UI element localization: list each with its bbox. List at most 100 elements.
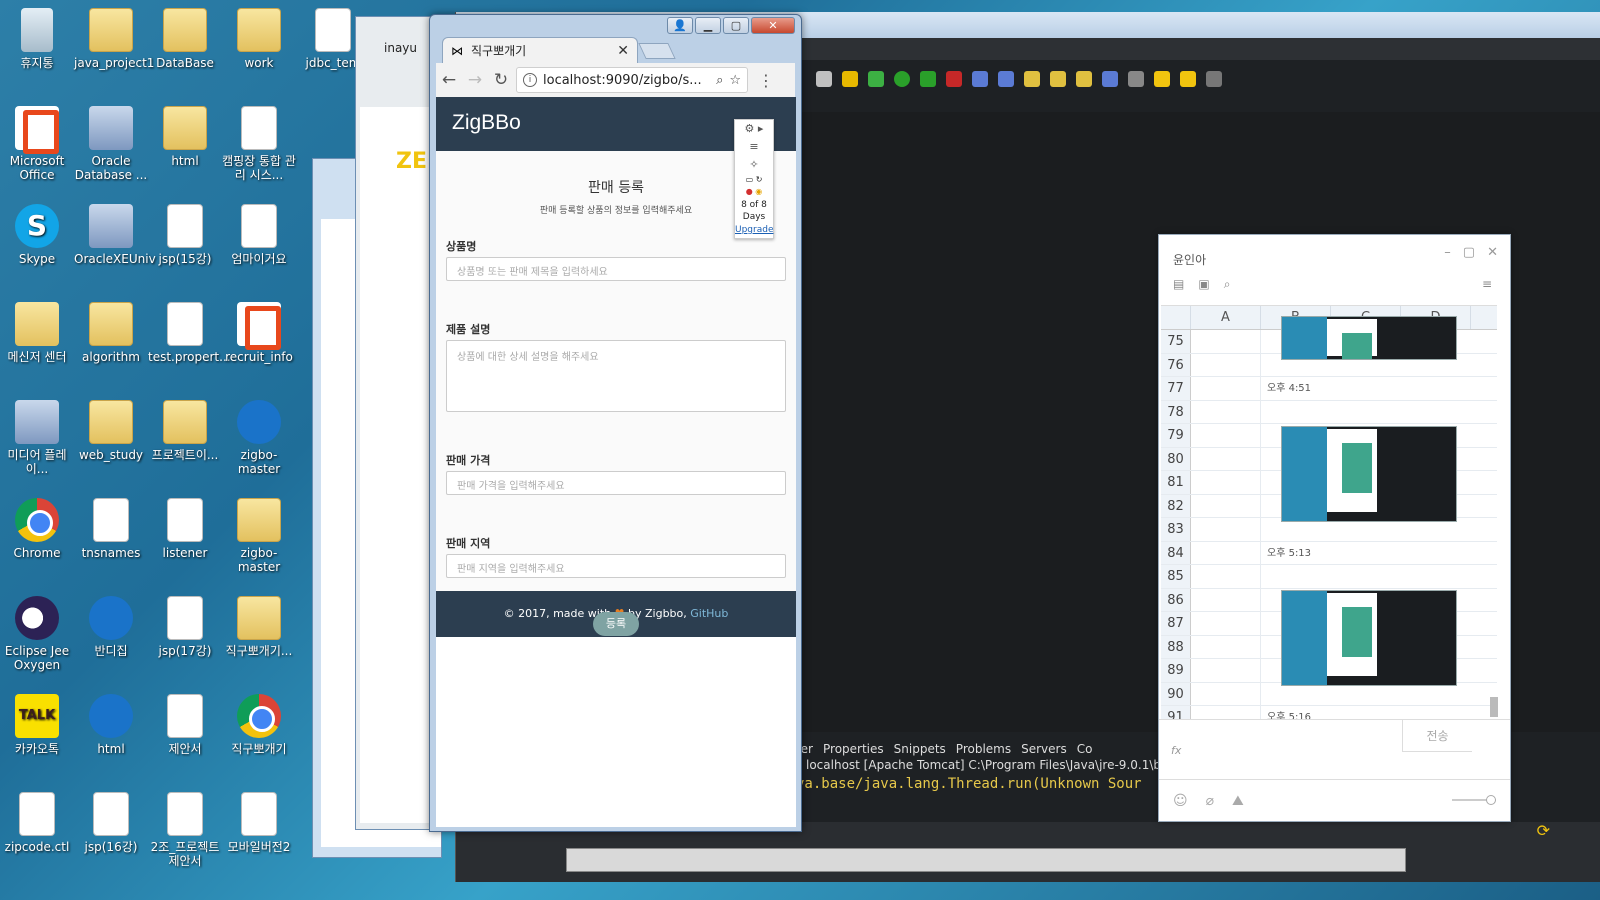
magic-wand-icon[interactable]: ✧ [735, 156, 773, 174]
desktop-icon[interactable]: S Skype [0, 204, 74, 266]
toolbar-icon[interactable] [1024, 71, 1040, 87]
toolbar-icon[interactable] [946, 71, 962, 87]
cell-a[interactable] [1191, 541, 1261, 564]
emoji-icon[interactable]: ☺ [1173, 793, 1188, 809]
desktop-icon[interactable]: TALK 카카오톡 [0, 694, 74, 756]
desktop-icon[interactable]: 직구뽀개기 [222, 694, 296, 756]
maximize-icon[interactable]: ▢ [1463, 245, 1475, 260]
desktop-icon[interactable]: 제안서 [148, 694, 222, 756]
desktop-icon[interactable]: OracleXEUniv [74, 204, 156, 266]
desktop-icon[interactable]: 엄마이거요 [222, 204, 296, 266]
upgrade-link[interactable]: Upgrade [735, 225, 773, 235]
bookmark-star-icon[interactable]: ☆ [729, 73, 741, 88]
desktop-icon[interactable]: recruit_info [222, 302, 296, 364]
desktop-icon[interactable]: 모바일버전2 [222, 792, 296, 854]
desktop-icon[interactable]: listener [148, 498, 222, 560]
desktop-icon[interactable]: 메신저 센터 [0, 302, 74, 364]
description-textarea[interactable]: 상품에 대한 상세 설명을 해주세요 [446, 340, 786, 412]
search-icon[interactable] [1076, 71, 1092, 87]
chat-sheet[interactable]: A B C D 757677오후 4:5178798081828384오후 5:… [1161, 305, 1497, 719]
chat-menu-icon[interactable]: ≡ [1482, 277, 1492, 291]
toolbar-icon[interactable] [1128, 71, 1144, 87]
toolbar-icon[interactable] [842, 71, 858, 87]
notes-icon[interactable]: ▤ [1173, 277, 1184, 292]
cell-a[interactable] [1191, 612, 1261, 635]
desktop-icon[interactable]: zigbo-master [222, 400, 296, 476]
chrome-menu-icon[interactable]: ⋮ [758, 71, 774, 90]
user-icon[interactable]: 👤 [667, 17, 693, 34]
info-icon[interactable]: i [523, 73, 537, 87]
image-icon[interactable]: ⛰ [1232, 793, 1244, 809]
toolbar-icon[interactable] [972, 71, 988, 87]
cell-a[interactable] [1191, 494, 1261, 517]
minimize-icon[interactable]: – [1444, 245, 1451, 260]
cast-icon[interactable]: ▭ ↻ [735, 174, 773, 186]
cell-a[interactable] [1191, 588, 1261, 611]
url-field[interactable]: i localhost:9090/zigbo/s... ⌕ ☆ [516, 67, 748, 93]
close-window-button[interactable]: ✕ [751, 17, 795, 34]
chat-window[interactable]: 윤인아 – ▢ ✕ ▤ ▣ ⌕ ≡ A B C D 757677오후 4:517… [1158, 234, 1511, 822]
reload-icon[interactable]: ↻ [488, 70, 514, 90]
cell-a[interactable] [1191, 400, 1261, 423]
back-arrow-icon[interactable] [1180, 71, 1196, 87]
cell-a[interactable] [1191, 565, 1261, 588]
desktop-icon[interactable]: Microsoft Office [0, 106, 74, 182]
minimize-button[interactable]: ▁ [695, 17, 721, 34]
desktop-icon[interactable]: zipcode.ctl [0, 792, 74, 854]
desktop-icon[interactable]: html [74, 694, 148, 756]
cell-a[interactable] [1191, 377, 1261, 400]
desktop-icon[interactable]: jsp(15강) [148, 204, 222, 266]
toolbar-icon[interactable] [816, 71, 832, 87]
desktop-icon[interactable]: work [222, 8, 296, 70]
desktop-icon[interactable]: 캠핑장 통합 관리 시스... [222, 106, 296, 182]
chrome-window[interactable]: 👤 ▁ ▢ ✕ ⋈ 직구뽀개기 ✕ ← → ↻ i localhost:9090… [429, 14, 802, 832]
desktop-icon[interactable]: test.propert... [148, 302, 231, 364]
price-input[interactable]: 판매 가격을 입력해주세요 [446, 471, 786, 495]
desktop-icon[interactable]: html [148, 106, 222, 168]
desktop-icon[interactable]: 직구뽀개기... [222, 596, 296, 658]
product-name-input[interactable]: 상품명 또는 판매 제목을 입력하세요 [446, 257, 786, 281]
desktop-icon[interactable]: jsp(17강) [148, 596, 222, 658]
desktop-icon[interactable]: jsp(16강) [74, 792, 148, 854]
attach-icon[interactable]: ⌀ [1206, 793, 1214, 809]
tab-snippets[interactable]: Snippets [894, 742, 946, 756]
desktop-icon[interactable]: web_study [74, 400, 148, 462]
tab-properties[interactable]: Properties [823, 742, 884, 756]
forward-arrow-icon[interactable] [1206, 71, 1222, 87]
cell-a[interactable] [1191, 330, 1261, 353]
desktop-icon[interactable]: algorithm [74, 302, 148, 364]
desktop-icon[interactable]: tnsnames [74, 498, 148, 560]
desktop-icon[interactable]: 프로젝트이... [148, 400, 222, 462]
github-link[interactable]: GitHub [690, 607, 728, 620]
screenshot-thumbnail[interactable] [1281, 426, 1457, 522]
desktop-icon[interactable]: Chrome [0, 498, 74, 560]
tab-console[interactable]: Co [1077, 742, 1093, 756]
forward-icon[interactable]: → [462, 70, 488, 90]
toolbar-icon[interactable] [920, 71, 936, 87]
desktop-icon[interactable]: 반디집 [74, 596, 148, 658]
toolbar-icon[interactable] [1102, 71, 1118, 87]
tab-close-icon[interactable]: ✕ [617, 43, 629, 59]
cell-a[interactable] [1191, 518, 1261, 541]
screenshot-thumbnail[interactable] [1281, 316, 1457, 360]
cell-a[interactable] [1191, 353, 1261, 376]
zoom-icon[interactable]: ⌕ [716, 73, 723, 88]
close-icon[interactable]: ✕ [1487, 245, 1498, 260]
sync-icon[interactable]: ⟳ [1537, 821, 1550, 840]
cell-a[interactable] [1191, 447, 1261, 470]
desktop-icon[interactable]: java_project1 [74, 8, 154, 70]
tab-servers[interactable]: Servers [1021, 742, 1067, 756]
cell-a[interactable] [1191, 659, 1261, 682]
search-icon[interactable]: ⌕ [1224, 277, 1231, 292]
desktop-icon[interactable]: Eclipse Jee Oxygen [0, 596, 74, 672]
back-arrow-icon[interactable] [1154, 71, 1170, 87]
tab-problems[interactable]: Problems [956, 742, 1011, 756]
maximize-button[interactable]: ▢ [723, 17, 749, 34]
region-input[interactable]: 판매 지역을 입력해주세요 [446, 554, 786, 578]
toolbar-icon[interactable] [998, 71, 1014, 87]
chat-input-row[interactable]: fx 전송 [1159, 719, 1510, 781]
desktop-icon[interactable]: DataBase [148, 8, 222, 70]
desktop-icon[interactable]: 미디어 플레이... [0, 400, 74, 476]
run-icon[interactable] [894, 71, 910, 87]
site-brand[interactable]: ZigBBo [452, 111, 521, 135]
